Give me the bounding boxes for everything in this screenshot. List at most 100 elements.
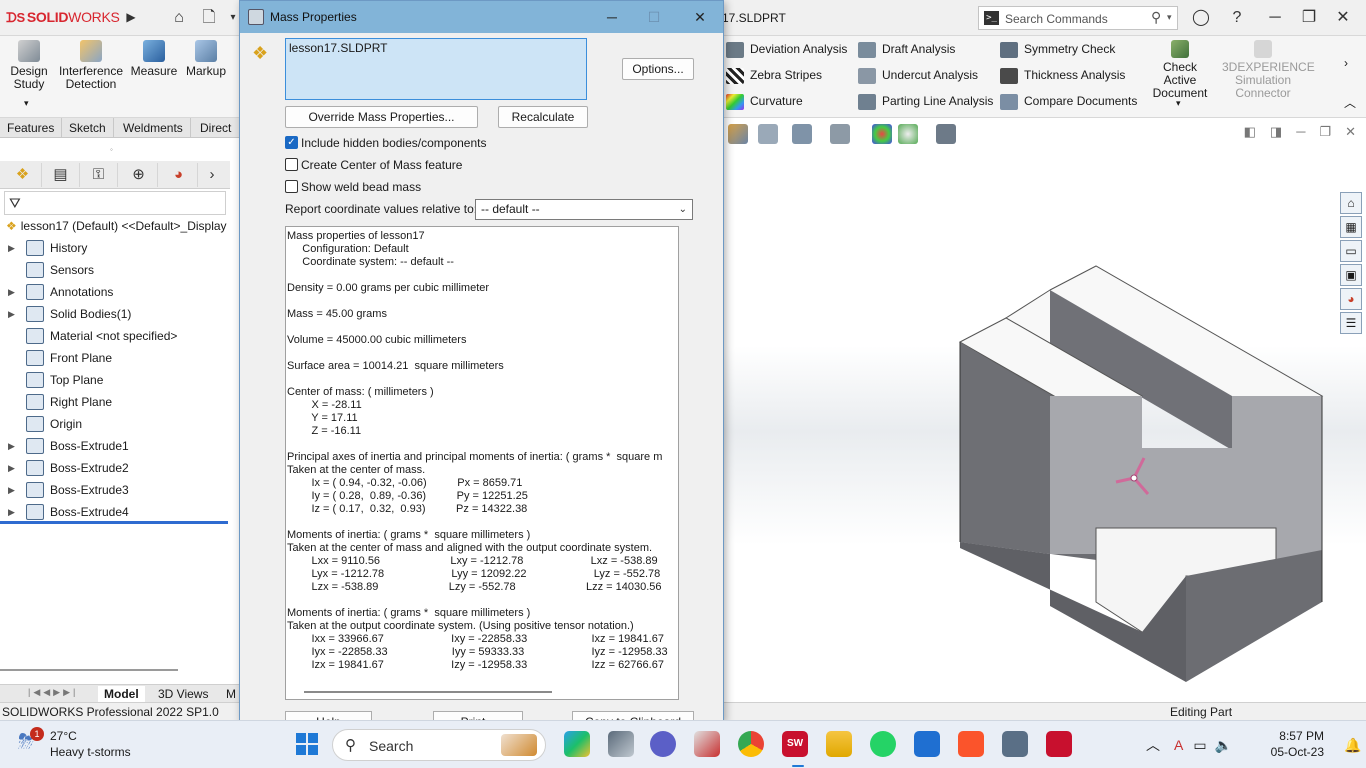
tab-sketch[interactable]: Sketch	[62, 118, 114, 138]
property-manager-icon[interactable]: ▤	[42, 163, 80, 187]
display-manager-icon[interactable]: ◕	[160, 163, 198, 187]
tab-direct-edit[interactable]: Direct E	[193, 118, 240, 155]
horizontal-scrollbar[interactable]	[0, 669, 178, 671]
user-account-icon[interactable]: ◯	[1188, 6, 1214, 30]
tab-scroll-arrows-icon[interactable]: |◀◀▶▶|	[28, 687, 78, 698]
volume-icon[interactable]: 🔈	[1215, 737, 1232, 753]
expand-arrow-icon[interactable]: ▶	[8, 435, 15, 457]
taskbar-search[interactable]: ⚲ Search	[332, 729, 546, 761]
feature-tree-item[interactable]: ▶ Boss-Extrude3	[0, 479, 230, 501]
solidworks-taskbar-icon[interactable]: SW	[782, 731, 808, 757]
feature-tree-item[interactable]: ▶ History	[0, 237, 230, 259]
feature-tree-root[interactable]: ❖ lesson17 (Default) <<Default>_Display	[6, 219, 227, 233]
rollback-bar[interactable]	[0, 521, 228, 524]
design-study-button[interactable]: Design Study	[6, 40, 52, 91]
configuration-manager-icon[interactable]: ⚿	[80, 163, 118, 187]
start-button[interactable]	[296, 733, 318, 755]
more-tools-dropdown-icon[interactable]: ▾	[24, 98, 29, 109]
output-horizontal-scrollbar[interactable]	[304, 691, 552, 693]
tab-3d-views[interactable]: 3D Views	[152, 686, 214, 702]
home-icon[interactable]: ⌂	[168, 8, 190, 28]
feature-tree-item[interactable]: Top Plane	[0, 369, 230, 391]
pdf-reader-icon[interactable]	[1046, 731, 1072, 757]
menu-expand-icon[interactable]: ▶	[120, 7, 142, 27]
task-view-icon[interactable]	[608, 731, 634, 757]
checkbox-unchecked[interactable]	[285, 180, 298, 193]
checkbox-checked[interactable]: ✓	[285, 136, 298, 149]
checkbox-unchecked[interactable]	[285, 158, 298, 171]
mass-properties-output[interactable]: Mass properties of lesson17 Configuratio…	[285, 226, 679, 700]
feature-tree-item[interactable]: ▶ Annotations	[0, 281, 230, 303]
report-coordinate-select[interactable]: -- default -- ⌄	[475, 199, 693, 220]
part-model-view[interactable]	[724, 118, 1366, 688]
copilot-icon[interactable]	[564, 731, 590, 757]
feature-tree-item[interactable]: Front Plane	[0, 347, 230, 369]
feature-tree-item[interactable]: ▶ Boss-Extrude4	[0, 501, 230, 523]
tab-weldments[interactable]: Weldments	[116, 118, 191, 138]
dimxpert-icon[interactable]: ⊕	[120, 163, 158, 187]
graphics-area[interactable]: ◧ ◨ ─ ❐ ✕ ⌂ ▦ ▭ ▣ ◕ ☰	[724, 118, 1366, 688]
selected-items-list[interactable]: lesson17.SLDPRT	[285, 38, 587, 100]
notifications-icon[interactable]: 🔔	[1344, 737, 1361, 754]
language-icon[interactable]: A	[1174, 737, 1183, 753]
feature-tree-icon[interactable]: ❖	[4, 163, 42, 187]
thickness-analysis-button[interactable]: Thickness Analysis	[1000, 64, 1125, 86]
measure-button[interactable]: Measure	[130, 40, 178, 78]
expand-arrow-icon[interactable]: ▶	[8, 457, 15, 479]
dialog-minimize-button[interactable]: ─	[600, 7, 624, 27]
feature-tree-item[interactable]: Sensors	[0, 259, 230, 281]
expand-arrow-icon[interactable]: ▶	[8, 281, 15, 303]
curvature-button[interactable]: Curvature	[726, 90, 803, 112]
snipping-tool-icon[interactable]	[694, 731, 720, 757]
expand-arrow-icon[interactable]: ▶	[8, 303, 15, 325]
notepad-icon[interactable]	[914, 731, 940, 757]
deviation-analysis-button[interactable]: Deviation Analysis	[726, 38, 847, 60]
markup-button[interactable]: Markup	[184, 40, 228, 78]
dialog-maximize-button[interactable]: ☐	[642, 7, 666, 27]
parting-line-analysis-button[interactable]: Parting Line Analysis	[858, 90, 993, 112]
search-dropdown-icon[interactable]: ▾	[1167, 12, 1172, 23]
close-button[interactable]: ✕	[1330, 6, 1356, 30]
tab-features[interactable]: Features	[0, 118, 63, 138]
clock[interactable]: 8:57 PM 05-Oct-23	[1268, 728, 1324, 760]
undercut-analysis-button[interactable]: Undercut Analysis	[858, 64, 978, 86]
help-icon[interactable]: ?	[1224, 6, 1250, 30]
feature-tree-item[interactable]: ▶ Boss-Extrude2	[0, 457, 230, 479]
expand-arrow-icon[interactable]: ▶	[8, 501, 15, 523]
chevron-right-icon[interactable]: ›	[198, 163, 226, 187]
teams-icon[interactable]	[650, 731, 676, 757]
expand-arrow-icon[interactable]: ▶	[8, 237, 15, 259]
search-icon[interactable]: ⚲	[1151, 9, 1161, 26]
3dexperience-connector-button[interactable]: 3DEXPERIENCE Simulation Connector	[1222, 40, 1315, 100]
zebra-stripes-button[interactable]: Zebra Stripes	[726, 64, 822, 86]
collapse-ribbon-icon[interactable]: ︿	[1344, 94, 1356, 111]
dialog-close-button[interactable]: ✕	[688, 7, 712, 27]
interference-detection-button[interactable]: Interference Detection	[58, 40, 124, 91]
symmetry-check-button[interactable]: Symmetry Check	[1000, 38, 1115, 60]
display-icon[interactable]: ▭	[1193, 737, 1206, 753]
check-active-document-button[interactable]: Check Active Document	[1146, 40, 1214, 100]
brave-icon[interactable]	[958, 731, 984, 757]
minimize-button[interactable]: ─	[1262, 6, 1288, 30]
restore-button[interactable]: ❐	[1296, 6, 1322, 30]
collapse-handle-icon[interactable]: ◦	[110, 145, 113, 154]
search-commands-input[interactable]: >_ Search Commands ⚲ ▾	[978, 6, 1178, 30]
override-mass-properties-button[interactable]: Override Mass Properties...	[285, 106, 478, 128]
expand-arrow-icon[interactable]: ▶	[8, 479, 15, 501]
chrome-icon[interactable]	[738, 731, 764, 757]
chevron-right-icon[interactable]: ›	[1344, 56, 1348, 70]
feature-tree-item[interactable]: ▶ Boss-Extrude1	[0, 435, 230, 457]
calculator-icon[interactable]	[1002, 731, 1028, 757]
tab-model[interactable]: Model	[98, 686, 145, 702]
show-hidden-icons-icon[interactable]: ︿	[1146, 737, 1160, 753]
feature-tree-item[interactable]: ▶ Solid Bodies(1)	[0, 303, 230, 325]
draft-analysis-button[interactable]: Draft Analysis	[858, 38, 955, 60]
check-dropdown-icon[interactable]: ▾	[1176, 98, 1181, 109]
solidworks-logo[interactable]: ᗪS SOLIDWORKS	[6, 9, 120, 26]
new-document-icon[interactable]: 🗋	[198, 8, 220, 28]
selected-item[interactable]: lesson17.SLDPRT	[289, 41, 388, 55]
file-explorer-icon[interactable]	[826, 731, 852, 757]
feature-tree-item[interactable]: Origin	[0, 413, 230, 435]
feature-tree-item[interactable]: Material <not specified>	[0, 325, 230, 347]
whatsapp-icon[interactable]	[870, 731, 896, 757]
